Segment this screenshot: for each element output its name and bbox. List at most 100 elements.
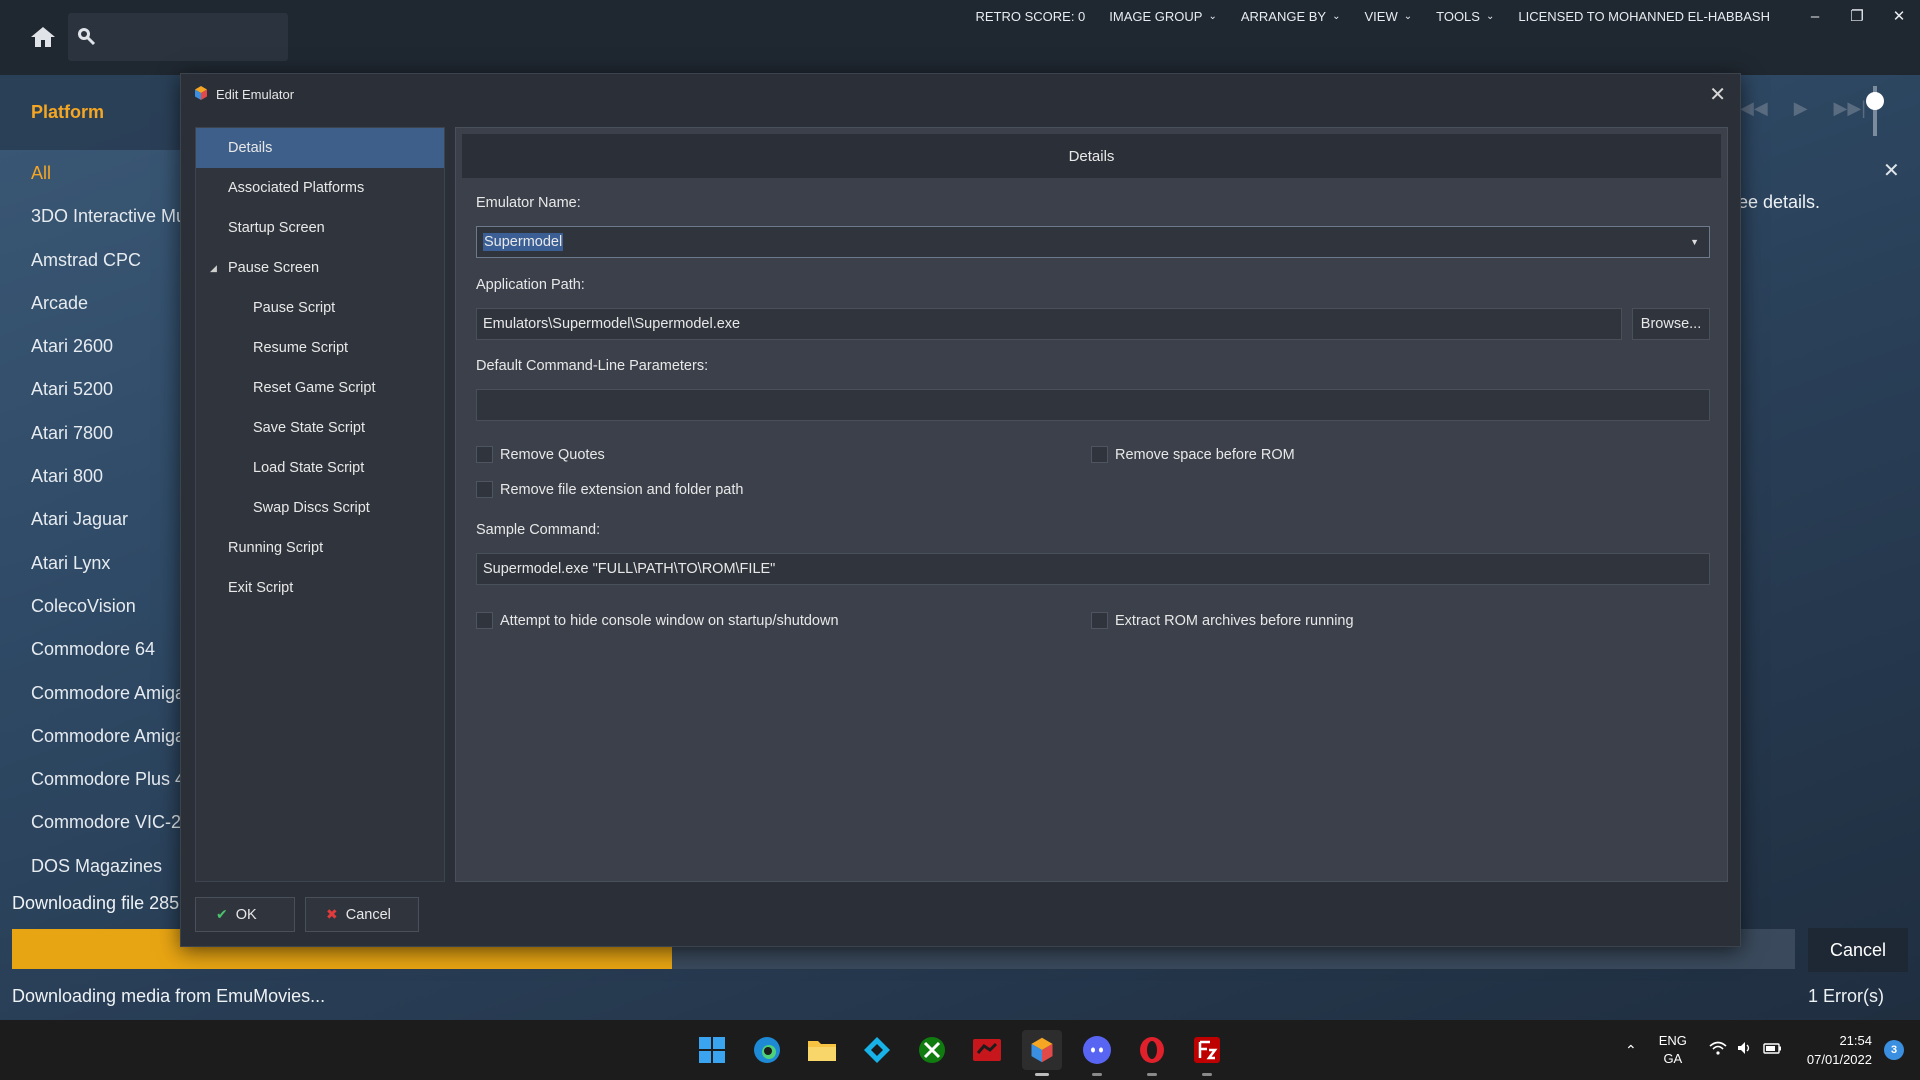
launchbox-taskbar-icon[interactable]	[1022, 1030, 1062, 1076]
notification-badge[interactable]: 3	[1884, 1040, 1904, 1060]
nav-item-pause-screen[interactable]: ◢ Pause Screen	[196, 248, 444, 288]
clock[interactable]: 21:54 07/01/2022	[1807, 1031, 1872, 1069]
slider-knob[interactable]	[1866, 92, 1884, 110]
menu-view[interactable]: VIEW ⌄	[1365, 9, 1413, 24]
nav-item-details[interactable]: Details	[196, 128, 444, 168]
browse-button[interactable]: Browse...	[1632, 308, 1710, 340]
menu-retro-score[interactable]: RETRO SCORE: 0	[975, 9, 1085, 24]
platform-item[interactable]: Arcade	[31, 290, 181, 333]
checkbox-box[interactable]	[476, 612, 493, 629]
nav-item-load-state-script[interactable]: Load State Script	[196, 448, 444, 488]
windows-start-icon[interactable]	[692, 1030, 732, 1070]
play-icon[interactable]: ▶	[1794, 98, 1808, 119]
menu-tools[interactable]: TOOLS ⌄	[1436, 9, 1494, 24]
dropdown-arrow-icon[interactable]: ▼	[1690, 237, 1699, 247]
menu-image-group[interactable]: IMAGE GROUP ⌄	[1109, 9, 1217, 24]
platform-item[interactable]: Atari 7800	[31, 420, 181, 463]
filezilla-icon[interactable]	[1187, 1030, 1227, 1076]
platform-item[interactable]: Commodore Amiga	[31, 680, 181, 723]
expand-triangle-icon[interactable]: ◢	[210, 263, 217, 274]
platform-item[interactable]: DOS Magazines	[31, 853, 181, 896]
kodi-icon[interactable]	[857, 1030, 897, 1070]
platform-item[interactable]: Atari 2600	[31, 333, 181, 376]
menu-arrange-by[interactable]: ARRANGE BY ⌄	[1241, 9, 1341, 24]
search-input[interactable]	[68, 13, 288, 61]
nav-item-exit-script[interactable]: Exit Script	[196, 568, 444, 608]
minimize-icon[interactable]: –	[1794, 8, 1836, 25]
close-icon[interactable]: ✕	[1709, 82, 1726, 107]
ok-button[interactable]: ✔ OK	[195, 897, 295, 932]
platform-item[interactable]: 3DO Interactive Mu	[31, 203, 181, 246]
platform-item[interactable]: Commodore Plus 4	[31, 766, 181, 809]
nav-item-swap-discs-script[interactable]: Swap Discs Script	[196, 488, 444, 528]
sample-command-label: Sample Command:	[476, 522, 601, 538]
platform-item-all[interactable]: All	[31, 160, 181, 203]
platform-item[interactable]: Atari 800	[31, 463, 181, 506]
download-cancel-button[interactable]: Cancel	[1808, 928, 1908, 972]
command-line-input[interactable]	[476, 389, 1710, 421]
platform-item[interactable]: Atari Jaguar	[31, 506, 181, 549]
previous-icon[interactable]: ◀◀	[1740, 98, 1768, 119]
next-icon[interactable]: ▶▶|	[1834, 98, 1866, 119]
platform-item[interactable]: Commodore 64	[31, 636, 181, 679]
checkmark-icon: ✔	[216, 906, 228, 922]
xbox-icon[interactable]	[912, 1030, 952, 1070]
cancel-button[interactable]: ✖ Cancel	[305, 897, 419, 932]
home-icon[interactable]	[28, 24, 58, 50]
extract-rom-checkbox[interactable]: Extract ROM archives before running	[1091, 612, 1354, 629]
nav-item-pause-script[interactable]: Pause Script	[196, 288, 444, 328]
nav-item-save-state-script[interactable]: Save State Script	[196, 408, 444, 448]
volume-slider[interactable]	[1866, 86, 1884, 136]
nav-item-reset-game-script[interactable]: Reset Game Script	[196, 368, 444, 408]
running-indicator	[1092, 1073, 1102, 1076]
application-path-input[interactable]: Emulators\Supermodel\Supermodel.exe	[476, 308, 1622, 340]
chevron-down-icon: ⌄	[1485, 10, 1495, 22]
nav-item-startup-screen[interactable]: Startup Screen	[196, 208, 444, 248]
taskbar-apps	[692, 1020, 1227, 1080]
platform-item[interactable]: ColecoVision	[31, 593, 181, 636]
checkbox-box[interactable]	[1091, 446, 1108, 463]
menu-bar: RETRO SCORE: 0 IMAGE GROUP ⌄ ARRANGE BY ⌄ …	[975, 0, 1920, 32]
discord-icon[interactable]	[1077, 1030, 1117, 1076]
restore-icon[interactable]: ❐	[1836, 7, 1878, 25]
hide-console-checkbox[interactable]: Attempt to hide console window on startu…	[476, 612, 839, 629]
dialog-titlebar[interactable]: Edit Emulator ✕	[181, 74, 1740, 114]
checkbox-box[interactable]	[476, 481, 493, 498]
close-icon[interactable]: ✕	[1878, 7, 1920, 25]
checkbox-box[interactable]	[476, 446, 493, 463]
section-header: Details	[462, 134, 1721, 178]
platform-item[interactable]: Commodore VIC-20	[31, 809, 181, 852]
running-indicator	[1202, 1073, 1212, 1076]
platform-item[interactable]: Atari 5200	[31, 376, 181, 419]
platform-item[interactable]: Atari Lynx	[31, 550, 181, 593]
platform-item[interactable]: Commodore Amiga	[31, 723, 181, 766]
file-explorer-icon[interactable]	[802, 1030, 842, 1070]
volume-icon[interactable]	[1737, 1041, 1753, 1059]
close-icon[interactable]: ✕	[1883, 158, 1900, 183]
remove-extension-checkbox[interactable]: Remove file extension and folder path	[476, 481, 743, 498]
edge-icon[interactable]	[747, 1030, 787, 1070]
battery-icon[interactable]	[1763, 1041, 1783, 1059]
chevron-up-icon[interactable]: ⌃	[1625, 1042, 1637, 1059]
platform-title[interactable]: Platform	[31, 102, 104, 123]
launchbox-icon	[193, 85, 209, 101]
download-label: Downloading file 285	[12, 893, 180, 913]
tray-system-icons[interactable]	[1709, 1041, 1783, 1059]
language-indicator[interactable]: ENG GA	[1659, 1032, 1687, 1068]
emulator-name-combo[interactable]: Supermodel ▼	[476, 226, 1710, 258]
license-label: LICENSED TO MOHANNED EL-HABBASH	[1518, 8, 1770, 24]
command-line-label: Default Command-Line Parameters:	[476, 358, 709, 374]
remove-quotes-checkbox[interactable]: Remove Quotes	[476, 446, 605, 463]
nav-item-associated-platforms[interactable]: Associated Platforms	[196, 168, 444, 208]
red-app-icon[interactable]	[967, 1030, 1007, 1070]
opera-icon[interactable]	[1132, 1030, 1172, 1076]
nav-item-resume-script[interactable]: Resume Script	[196, 328, 444, 368]
edit-emulator-dialog: Edit Emulator ✕ Details Associated Platf…	[180, 73, 1741, 947]
checkbox-box[interactable]	[1091, 612, 1108, 629]
remove-space-checkbox[interactable]: Remove space before ROM	[1091, 446, 1295, 463]
error-count[interactable]: 1 Error(s)	[1808, 986, 1884, 1007]
running-indicator	[1035, 1073, 1049, 1076]
platform-item[interactable]: Amstrad CPC	[31, 247, 181, 290]
wifi-icon[interactable]	[1709, 1041, 1727, 1059]
nav-item-running-script[interactable]: Running Script	[196, 528, 444, 568]
